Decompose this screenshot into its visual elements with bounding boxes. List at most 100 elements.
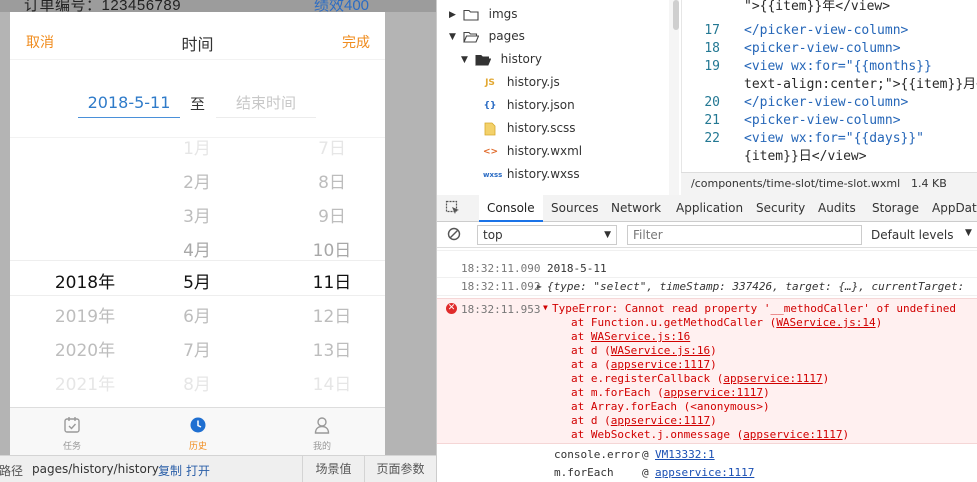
frame-end: )	[875, 316, 883, 329]
end-date-input[interactable]: 结束时间	[216, 90, 316, 118]
caret-down-icon[interactable]: ▼	[461, 50, 471, 70]
stack-frame[interactable]: at m.forEach (appservice:1117)	[571, 386, 770, 400]
tab-application[interactable]: Application	[668, 195, 751, 222]
wxss-file-icon: wxss	[483, 170, 503, 179]
console-log-row[interactable]: 18:32:11.090 2018-5-11	[437, 260, 977, 278]
console-output[interactable]: 18:32:11.090 2018-5-11 18:32:11.092 ▶ {t…	[437, 248, 977, 482]
year-option[interactable]: 2019年	[35, 300, 135, 334]
month-column[interactable]: 1月 2月 3月 4月 5月 6月 7月 8月	[147, 138, 247, 408]
tree-file-scss[interactable]: history.scss	[483, 118, 576, 138]
day-option[interactable]: 9日	[282, 200, 382, 234]
tab-appdata[interactable]: AppData	[924, 195, 977, 222]
code-editor[interactable]: ">{{item}}年</view> 17 </picker-view-colu…	[681, 0, 977, 172]
trace-link[interactable]: VM13332:1	[655, 446, 715, 464]
trace-fn: m.forEach	[554, 466, 614, 479]
tab-bar: 任务 历史 我的	[10, 407, 385, 455]
tab-task[interactable]: 任务	[32, 416, 112, 452]
stack-frame[interactable]: at a (appservice:1117)	[571, 358, 717, 372]
day-option[interactable]: 7日	[282, 132, 382, 166]
picker-view[interactable]: 2018年 2019年 2020年 2021年 1月 2月 3月 4月 5月 6…	[10, 137, 385, 407]
log-message: 2018-5-11	[547, 262, 607, 275]
tab-network[interactable]: Network	[603, 195, 669, 222]
done-button[interactable]: 完成	[342, 32, 370, 52]
tree-file-wxss[interactable]: wxss history.wxss	[483, 164, 580, 184]
stack-frame[interactable]: at Function.u.getMethodCaller (WAService…	[571, 316, 882, 330]
copy-button[interactable]: 复制	[158, 462, 182, 479]
expand-arrow-icon[interactable]: ▶	[537, 278, 542, 296]
tree-scrollbar-thumb[interactable]	[673, 0, 679, 30]
line-text: </picker-view-column>	[744, 95, 909, 110]
stack-frame[interactable]: at e.registerCallback (appservice:1117)	[571, 372, 829, 386]
month-option[interactable]: 4月	[147, 234, 247, 268]
tab-security[interactable]: Security	[748, 195, 813, 222]
trace-row[interactable]: console.error @ VM13332:1	[437, 446, 977, 464]
day-option[interactable]: 13日	[282, 334, 382, 368]
file-size: 1.4 KB	[911, 177, 947, 190]
month-option[interactable]: 2月	[147, 166, 247, 200]
frame-link[interactable]: appservice:1117	[743, 428, 842, 441]
tree-folder-pages[interactable]: ▼ pages	[449, 26, 525, 46]
tree-file-js[interactable]: JS history.js	[483, 72, 560, 92]
month-option[interactable]: 1月	[147, 132, 247, 166]
filter-input[interactable]: Filter	[627, 225, 862, 245]
month-option[interactable]: 6月	[147, 300, 247, 334]
caret-down-icon[interactable]: ▼	[449, 27, 459, 47]
frame-link[interactable]: WAService.js:16	[611, 344, 710, 357]
tab-audits[interactable]: Audits	[810, 195, 864, 222]
inspect-element-icon[interactable]	[445, 200, 461, 216]
stack-frame[interactable]: at d (WAService.js:16)	[571, 344, 717, 358]
frame-link[interactable]: appservice:1117	[611, 358, 710, 371]
start-date-input[interactable]: 2018-5-11	[78, 90, 180, 118]
frame-end: )	[842, 428, 850, 441]
year-option[interactable]: 2021年	[35, 368, 135, 402]
year-column[interactable]: 2018年 2019年 2020年 2021年	[35, 138, 135, 408]
month-option[interactable]: 5月	[147, 266, 247, 300]
console-log-row[interactable]: 18:32:11.092 ▶ {type: "select", timeStam…	[437, 278, 977, 296]
clear-console-icon[interactable]	[447, 227, 461, 241]
month-option[interactable]: 8月	[147, 368, 247, 402]
frame-link[interactable]: appservice:1117	[723, 372, 822, 385]
trace-link[interactable]: appservice:1117	[655, 464, 754, 482]
day-option[interactable]: 12日	[282, 300, 382, 334]
stack-frame[interactable]: at WebSocket.j.onmessage (appservice:111…	[571, 428, 849, 442]
frame-link[interactable]: appservice:1117	[664, 386, 763, 399]
month-option[interactable]: 3月	[147, 200, 247, 234]
dropdown-arrow-icon[interactable]: ▼	[965, 228, 972, 238]
log-levels-select[interactable]: Default levels	[871, 228, 953, 242]
stack-frame[interactable]: at Array.forEach (<anonymous>)	[571, 400, 770, 414]
stack-frame[interactable]: at d (appservice:1117)	[571, 414, 717, 428]
caret-right-icon[interactable]: ▶	[449, 5, 459, 25]
year-option[interactable]: 2020年	[35, 334, 135, 368]
tree-file-json[interactable]: {} history.json	[483, 95, 575, 115]
scene-value-button[interactable]: 场景值	[302, 456, 364, 482]
day-option[interactable]: 10日	[282, 234, 382, 268]
tree-folder-history[interactable]: ▼ history	[461, 49, 542, 69]
open-button[interactable]: 打开	[186, 462, 210, 479]
month-option[interactable]: 7月	[147, 334, 247, 368]
tab-mine[interactable]: 我的	[282, 416, 362, 452]
tab-history[interactable]: 历史	[158, 416, 238, 452]
trace-row[interactable]: m.forEach @ appservice:1117	[437, 464, 977, 482]
collapse-arrow-icon[interactable]: ▼	[543, 303, 548, 312]
day-option[interactable]: 14日	[282, 368, 382, 402]
console-error-row[interactable]: ✕ 18:32:11.953 ▼ TypeError: Cannot read …	[437, 298, 977, 444]
page-params-button[interactable]: 页面参数	[364, 456, 436, 482]
tab-sources[interactable]: Sources	[543, 195, 606, 222]
day-option[interactable]: 11日	[282, 266, 382, 300]
tab-console[interactable]: Console	[479, 195, 543, 222]
path-label: 路径	[0, 464, 24, 478]
stack-frame[interactable]: at WAService.js:16	[571, 330, 690, 344]
tree-label: history.wxml	[506, 144, 583, 158]
tree-folder-imgs[interactable]: ▶ imgs	[449, 4, 518, 24]
frame-link[interactable]: WAService.js:14	[776, 316, 875, 329]
context-select[interactable]: top ▼	[477, 225, 617, 245]
tree-file-wxml[interactable]: <> history.wxml	[483, 141, 582, 161]
year-option[interactable]: 2018年	[35, 266, 135, 300]
line-text: <view wx:for="{{days}}"	[744, 131, 925, 146]
day-option[interactable]: 8日	[282, 166, 382, 200]
line-number: 17	[704, 23, 720, 38]
frame-link[interactable]: WAService.js:16	[591, 330, 690, 343]
day-column[interactable]: 7日 8日 9日 10日 11日 12日 13日 14日	[282, 138, 382, 408]
tab-storage[interactable]: Storage	[864, 195, 927, 222]
frame-link[interactable]: appservice:1117	[611, 414, 710, 427]
